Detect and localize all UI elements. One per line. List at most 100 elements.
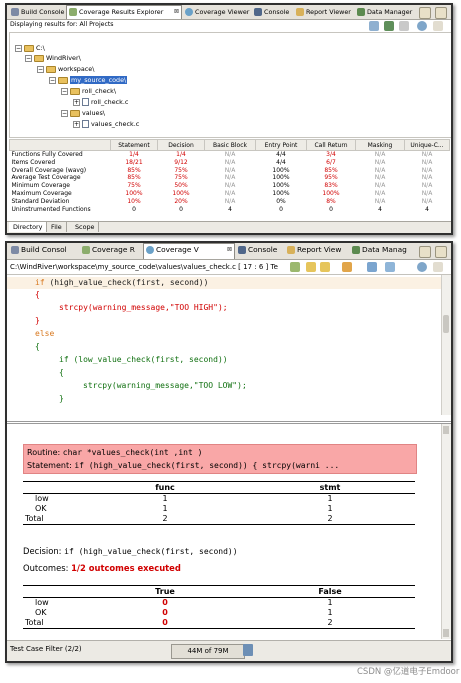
arrow-down-icon[interactable] [320, 262, 330, 272]
code-line: } [59, 394, 64, 403]
search-icon[interactable] [417, 21, 427, 31]
table-row[interactable]: Maximum Coverage 100% 100% N/A 100% 100% N/A N/… [10, 190, 450, 198]
outcome-table-body: low 0 1 OK 0 1 Total 0 2 [23, 598, 415, 629]
expand-icon[interactable]: + [73, 120, 80, 128]
table-row[interactable]: Items Covered 18/21 9/12 N/A 4/4 6/7 N/A N/A [10, 159, 450, 167]
tab-coverage-results-explorer[interactable]: Coverage Results Explorer ⊠ [66, 5, 182, 19]
column-header[interactable]: Masking [355, 139, 405, 151]
close-icon[interactable]: ⊠ [174, 6, 179, 18]
folder-icon [34, 54, 44, 62]
row-label: Minimum Coverage [11, 182, 70, 190]
column-header[interactable]: Statement [110, 139, 158, 151]
source-code-view[interactable]: if (high_value_check(first, second)) { s… [7, 275, 441, 415]
column-header[interactable]: Call Return [306, 139, 356, 151]
tree-node-windriver[interactable]: − WindRiver\ [25, 53, 81, 63]
table-row[interactable]: Standard Deviation 10% 20% N/A 0% 8% N/A N/A [10, 198, 450, 206]
collapse-icon[interactable]: − [37, 65, 44, 73]
code-line: } [35, 316, 40, 325]
outcomes-value: 1/2 outcomes executed [71, 563, 181, 573]
layout-icon[interactable] [369, 21, 379, 31]
tab-data-manager[interactable]: Data Manager [355, 6, 413, 18]
collapse-icon[interactable]: − [61, 87, 68, 95]
column-header[interactable]: Unique-C... [404, 139, 450, 151]
table-row[interactable]: Overall Coverage (wavg) 85% 75% N/A 100% 85% N… [10, 167, 450, 175]
table-cell: N/A [421, 151, 433, 158]
table-cell: N/A [224, 189, 236, 197]
data-manager-icon [352, 246, 360, 254]
grid-view-icon[interactable] [384, 21, 394, 31]
close-icon[interactable]: ⊠ [227, 244, 232, 256]
minimize-icon[interactable] [419, 7, 431, 19]
list-view-icon[interactable] [399, 21, 409, 31]
scroll-up-icon[interactable] [443, 426, 449, 434]
folder-icon [70, 109, 80, 117]
code-line: if (high_value_check(first, second)) [35, 277, 208, 289]
collapse-icon[interactable]: − [61, 109, 68, 117]
table-row[interactable]: Minimum Coverage 75% 50% N/A 100% 83% N/A N/A [10, 182, 450, 190]
scrollbar-thumb[interactable] [443, 315, 449, 333]
column-header[interactable]: Basic Block [204, 139, 256, 151]
table-cell: 0 [329, 205, 333, 213]
test-case-filter[interactable]: Test Case Filter (2/2) [10, 645, 82, 653]
collapse-icon[interactable]: − [15, 44, 22, 52]
table-row[interactable]: Functions Fully Covered 1/4 1/4 N/A 4/4 3/4 N/… [10, 151, 450, 159]
tree-node-my-source-code[interactable]: − my_source_code\ [49, 75, 128, 85]
code-line: { [35, 290, 40, 299]
maximize-icon[interactable] [435, 7, 447, 19]
table-cell: 4 [228, 205, 232, 213]
column-header[interactable]: Entry Point [255, 139, 307, 151]
status-bar: Test Case Filter (2/2) 44M of 79M [7, 640, 451, 661]
sync-icon[interactable] [342, 262, 352, 272]
arrow-up-icon[interactable] [306, 262, 316, 272]
table-cell: N/A [224, 151, 236, 158]
table-row[interactable]: Uninstrumented Functions 0 0 4 0 0 4 4 [10, 206, 450, 214]
maximize-icon[interactable] [435, 246, 447, 258]
code-line: { [35, 342, 40, 351]
layout-icon[interactable] [385, 262, 395, 272]
tab-report-viewer[interactable]: Report Viewer [294, 6, 354, 18]
tab-console[interactable]: Console [252, 6, 293, 18]
tab-coverage-results[interactable]: Coverage R [80, 244, 142, 256]
collapse-icon[interactable]: − [25, 54, 32, 62]
tab-data-manager[interactable]: Data Manag [350, 244, 414, 256]
tree-node-root[interactable]: − C:\ [15, 43, 45, 53]
tab-coverage-viewer[interactable]: Coverage V ⊠ [143, 243, 235, 259]
tab-scope[interactable]: Scope [71, 222, 100, 232]
tab-console[interactable]: Console [236, 244, 284, 256]
tab-report-viewer[interactable]: Report View [285, 244, 349, 256]
row-label: Overall Coverage (wavg) [11, 166, 87, 174]
tree-node-roll-check-dir[interactable]: − roll_check\ [61, 86, 116, 96]
tree-node-roll-check-file[interactable]: + roll_check.c [73, 97, 128, 107]
code-scrollbar[interactable] [441, 275, 451, 415]
tree-node-values-check-file[interactable]: + values_check.c [73, 119, 139, 129]
table-cell: 8% [326, 197, 336, 205]
previous-icon[interactable] [290, 262, 300, 272]
column-header[interactable]: Decision [157, 139, 205, 151]
details-scrollbar[interactable] [441, 424, 451, 639]
table-row[interactable]: Average Test Coverage 85% 75% N/A 100% 95% N/A… [10, 174, 450, 182]
garbage-collect-icon[interactable] [243, 644, 253, 656]
chevron-down-icon[interactable] [433, 21, 443, 31]
tab-build-console[interactable]: Build Consol [9, 244, 79, 256]
tree-node-workspace[interactable]: − workspace\ [37, 64, 94, 74]
coverage-explorer-icon [82, 246, 90, 254]
export-icon[interactable] [367, 262, 377, 272]
column-header[interactable] [9, 139, 111, 151]
table-row: Total 0 2 [23, 618, 415, 629]
tree-node-values-dir[interactable]: − values\ [61, 108, 105, 118]
scroll-down-icon[interactable] [443, 629, 449, 637]
tab-directory[interactable]: Directory [9, 222, 48, 232]
table-cell: 75% [127, 182, 141, 190]
table-cell: 1 [162, 504, 168, 513]
tab-build-console[interactable]: Build Console [9, 6, 65, 18]
expand-icon[interactable]: + [73, 98, 80, 106]
chevron-down-icon[interactable] [433, 262, 443, 272]
column-header: func [155, 483, 175, 492]
table-cell: 4/4 [276, 151, 286, 158]
c-file-icon [82, 98, 89, 106]
tab-file[interactable]: File [47, 222, 67, 232]
collapse-icon[interactable]: − [49, 76, 56, 84]
search-icon[interactable] [417, 262, 427, 272]
minimize-icon[interactable] [419, 246, 431, 258]
tab-coverage-viewer[interactable]: Coverage Viewer [183, 6, 251, 18]
